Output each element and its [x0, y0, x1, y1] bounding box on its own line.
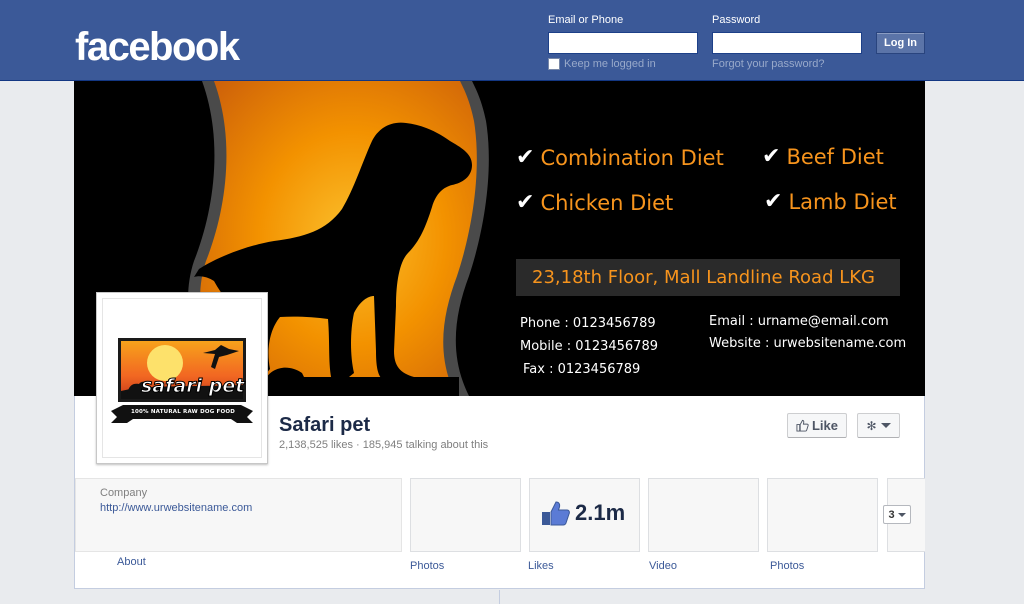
diet-beef: ✔ Beef Diet: [762, 144, 884, 169]
website-link[interactable]: http://www.urwebsitename.com: [100, 502, 252, 514]
password-label: Password: [712, 14, 761, 26]
check-icon: ✔: [516, 190, 535, 215]
check-icon: ✔: [516, 145, 535, 170]
phone-text: Phone : 0123456789: [520, 316, 656, 331]
keep-logged-in-label: Keep me logged in: [564, 58, 656, 70]
thumbs-up-icon: [796, 419, 809, 432]
top-bar: facebook Email or Phone Password Log In …: [0, 0, 1024, 81]
website-text: Website : urwebsitename.com: [709, 336, 907, 351]
diet-combination: ✔ Combination Diet: [516, 145, 724, 170]
app-label-photos[interactable]: Photos: [410, 560, 444, 572]
login-button[interactable]: Log In: [876, 32, 925, 54]
page-category: Company: [100, 487, 148, 499]
facebook-logo[interactable]: facebook: [75, 24, 240, 70]
timeline-divider: [499, 590, 500, 604]
gear-icon: ✻: [866, 418, 877, 433]
profile-picture[interactable]: safari pet 100% NATURAL RAW DOG FOOD: [96, 292, 268, 464]
address-banner: 23,18th Floor, Mall Landline Road LKG: [516, 259, 900, 296]
safari-pet-logo: safari pet 100% NATURAL RAW DOG FOOD: [102, 298, 262, 458]
more-apps-button[interactable]: 3: [883, 505, 911, 524]
chevron-down-icon: [880, 423, 891, 428]
mobile-text: Mobile : 0123456789: [520, 339, 658, 354]
like-button-label: Like: [811, 418, 838, 433]
keep-logged-in-checkbox[interactable]: [548, 58, 560, 70]
check-icon: ✔: [764, 189, 783, 214]
thumbs-up-icon: [542, 501, 570, 526]
app-label-video[interactable]: Video: [649, 560, 677, 572]
logo-brand-text: safari pet: [140, 375, 245, 398]
more-apps-count: 3: [888, 508, 895, 521]
page-stats: 2,138,525 likes · 185,945 talking about …: [279, 439, 489, 451]
password-field[interactable]: [712, 32, 862, 54]
chevron-down-icon: [897, 512, 906, 517]
app-tile-video[interactable]: [648, 478, 759, 552]
diet-lamb: ✔ Lamb Diet: [764, 189, 897, 214]
check-icon: ✔: [762, 144, 781, 169]
about-link[interactable]: About: [117, 556, 146, 568]
likes-number: 2.1m: [575, 500, 626, 525]
page-title[interactable]: Safari pet: [279, 414, 370, 437]
keep-logged-in[interactable]: Keep me logged in: [548, 58, 656, 70]
page-settings-button[interactable]: ✻: [857, 413, 900, 438]
email-text: Email : urname@email.com: [709, 314, 889, 329]
logo-tagline: 100% NATURAL RAW DOG FOOD: [130, 409, 236, 415]
likes-count: 2.1m: [541, 500, 625, 526]
email-label: Email or Phone: [548, 14, 624, 26]
email-field[interactable]: [548, 32, 698, 54]
forgot-password-link[interactable]: Forgot your password?: [712, 58, 825, 70]
like-button[interactable]: Like: [787, 413, 847, 438]
app-label-likes[interactable]: Likes: [528, 560, 554, 572]
fax-text: Fax : 0123456789: [523, 362, 641, 377]
app-label-photos-2[interactable]: Photos: [770, 560, 804, 572]
diet-chicken: ✔ Chicken Diet: [516, 190, 674, 215]
app-tile-photos-2[interactable]: [767, 478, 878, 552]
app-tile-photos[interactable]: [410, 478, 521, 552]
